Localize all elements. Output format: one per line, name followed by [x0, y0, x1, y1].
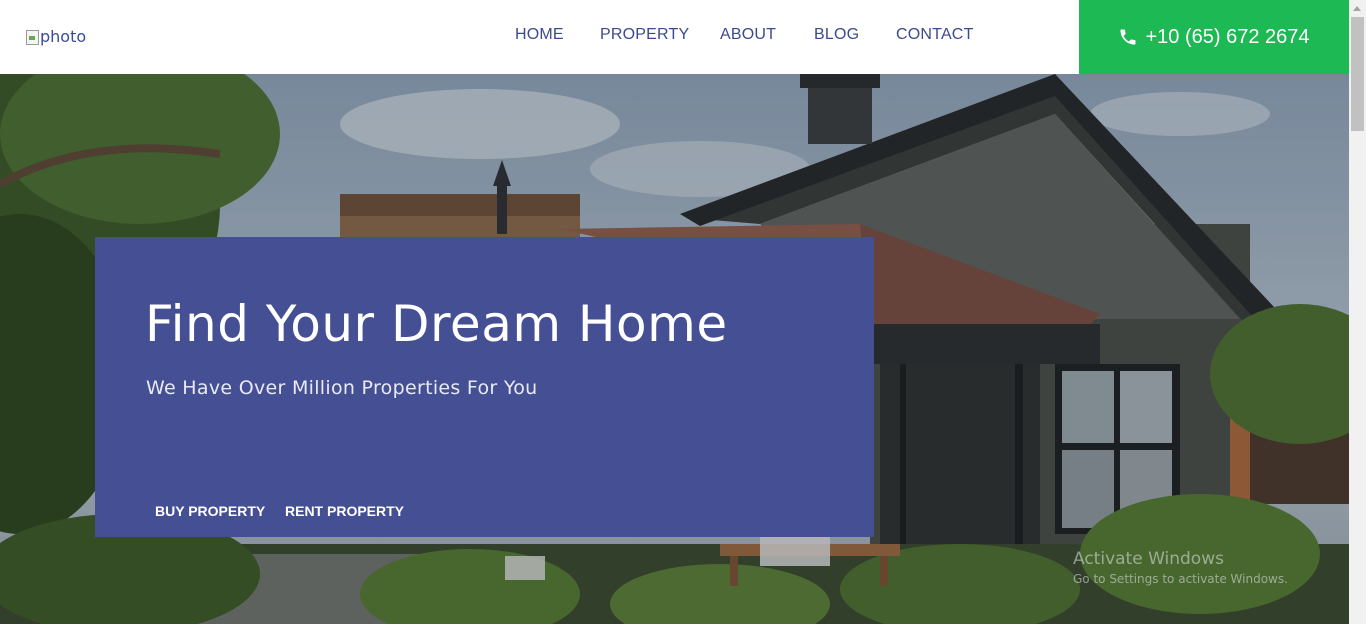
windows-activation-watermark: Activate Windows Go to Settings to activ…: [1073, 549, 1288, 586]
watermark-title: Activate Windows: [1073, 549, 1224, 569]
nav-about[interactable]: ABOUT: [720, 26, 776, 44]
nav-property[interactable]: PROPERTY: [600, 26, 689, 44]
nav-home[interactable]: HOME: [515, 26, 564, 44]
broken-image-icon: [25, 29, 39, 45]
phone-number: +10 (65) 672 2674: [1145, 25, 1310, 48]
hero-title: Find Your Dream Home: [145, 295, 728, 353]
scroll-up-icon[interactable]: [1349, 0, 1366, 17]
rent-property-tab[interactable]: RENT PROPERTY: [285, 503, 404, 519]
logo-alt-text: photo: [40, 27, 87, 46]
hero-subtitle: We Have Over Million Properties For You: [146, 377, 538, 399]
phone-icon: [1120, 29, 1136, 45]
phone-cta-button[interactable]: +10 (65) 672 2674: [1079, 0, 1349, 74]
hero-section: Find Your Dream Home We Have Over Millio…: [0, 74, 1349, 624]
buy-property-tab[interactable]: BUY PROPERTY: [155, 503, 265, 519]
page-scrollbar[interactable]: [1349, 0, 1366, 624]
hero-card: Find Your Dream Home We Have Over Millio…: [95, 237, 874, 537]
watermark-subtitle: Go to Settings to activate Windows.: [1073, 572, 1288, 586]
nav-blog[interactable]: BLOG: [814, 26, 859, 44]
scrollbar-thumb[interactable]: [1351, 17, 1364, 131]
nav-contact[interactable]: CONTACT: [896, 26, 974, 44]
site-logo[interactable]: photo: [25, 27, 86, 46]
